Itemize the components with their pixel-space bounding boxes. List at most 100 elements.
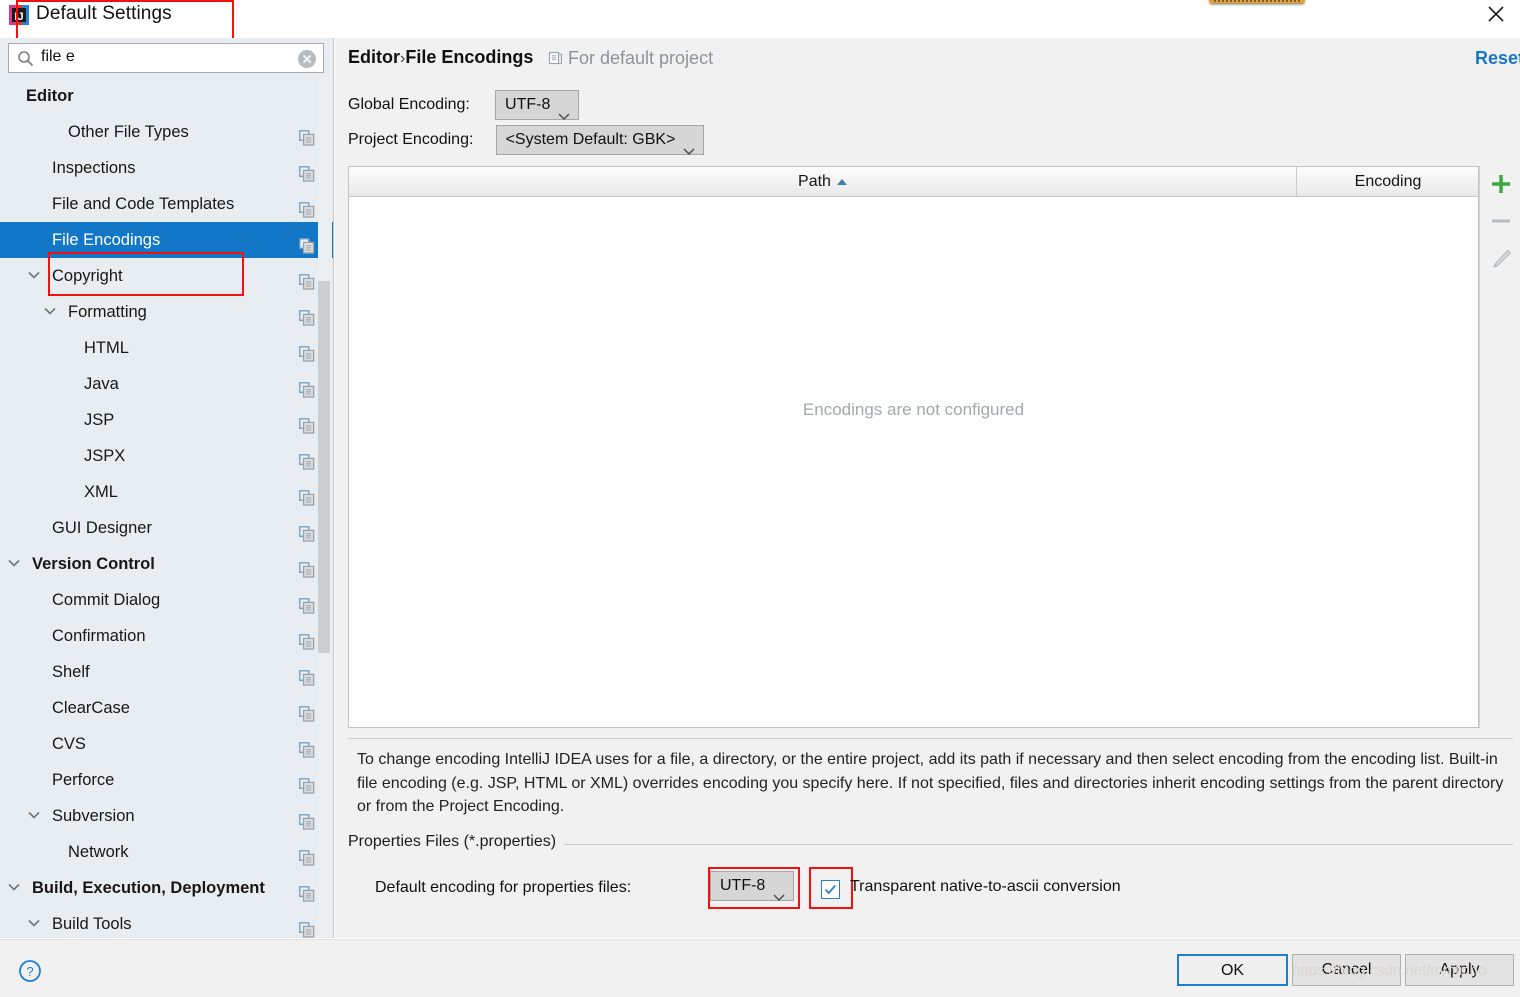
sidebar-item-label: Build, Execution, Deployment (32, 879, 265, 897)
edit-row-button[interactable] (1485, 243, 1517, 275)
sidebar-item-confirmation[interactable]: Confirmation (0, 618, 333, 654)
sidebar-item-label: Perforce (52, 771, 115, 789)
copy-settings-icon[interactable] (299, 304, 315, 326)
copy-settings-icon[interactable] (299, 772, 315, 794)
transparent-conversion-checkbox[interactable] (821, 880, 840, 899)
sidebar-item-java[interactable]: Java (0, 366, 333, 402)
sidebar-item-label: GUI Designer (52, 519, 152, 537)
copy-settings-icon[interactable] (299, 880, 315, 902)
sidebar-item-version-control[interactable]: Version Control (0, 546, 333, 582)
sidebar-item-jsp[interactable]: JSP (0, 402, 333, 438)
close-icon[interactable] (1482, 2, 1510, 30)
chevron-down-icon[interactable] (8, 883, 20, 891)
chevron-down-icon[interactable] (8, 559, 20, 567)
sidebar-item-label: Build Tools (52, 915, 132, 933)
svg-text:IJ: IJ (14, 11, 23, 23)
title-bar: IJ Default Settings (0, 0, 1520, 41)
copy-settings-icon[interactable] (299, 232, 315, 254)
project-scope-icon (548, 51, 563, 66)
sidebar-item-file-encodings[interactable]: File Encodings (0, 222, 333, 258)
ok-button[interactable]: OK (1177, 954, 1288, 986)
search-input[interactable]: file e (41, 48, 75, 66)
sidebar-scrollbar-thumb[interactable] (318, 281, 330, 653)
copy-settings-icon[interactable] (299, 412, 315, 434)
sidebar-item-label: Confirmation (52, 627, 146, 645)
sidebar-item-label: HTML (84, 339, 129, 357)
sidebar-item-subversion[interactable]: Subversion (0, 798, 333, 834)
search-icon (17, 50, 34, 67)
sidebar-item-commit-dialog[interactable]: Commit Dialog (0, 582, 333, 618)
sidebar-item-perforce[interactable]: Perforce (0, 762, 333, 798)
svg-text:?: ? (26, 964, 33, 979)
copy-settings-icon[interactable] (299, 340, 315, 362)
project-encoding-row: Project Encoding: <System Default: GBK> (348, 125, 705, 156)
copy-settings-icon[interactable] (299, 268, 315, 290)
sidebar-item-html[interactable]: HTML (0, 330, 333, 366)
reset-link[interactable]: Reset (1475, 48, 1520, 69)
sidebar-item-inspections[interactable]: Inspections (0, 150, 333, 186)
column-header-path[interactable]: Path (349, 167, 1297, 196)
for-default-project-label: For default project (568, 48, 714, 68)
chevron-down-icon[interactable] (28, 271, 40, 279)
copy-settings-icon[interactable] (299, 664, 315, 686)
sort-ascending-icon (836, 178, 847, 185)
remove-row-button[interactable] (1485, 205, 1517, 237)
apply-button[interactable]: Apply (1405, 954, 1514, 986)
column-header-encoding[interactable]: Encoding (1297, 167, 1479, 196)
sidebar-item-cvs[interactable]: CVS (0, 726, 333, 762)
copy-settings-icon[interactable] (299, 376, 315, 398)
sidebar-item-label: File and Code Templates (52, 195, 235, 213)
chevron-down-icon[interactable] (28, 919, 40, 927)
sidebar-item-jspx[interactable]: JSPX (0, 438, 333, 474)
default-properties-encoding-select[interactable]: UTF-8 (710, 871, 795, 902)
breadcrumb-parent[interactable]: Editor (348, 47, 400, 67)
sidebar-item-label: JSP (84, 411, 115, 429)
sidebar-item-copyright[interactable]: Copyright (0, 258, 333, 294)
settings-sidebar: file e Editor Other File Types Inspections… (0, 38, 334, 938)
sidebar-item-file-and-code-templates[interactable]: File and Code Templates (0, 186, 333, 222)
copy-settings-icon[interactable] (299, 124, 315, 146)
copy-settings-icon[interactable] (299, 736, 315, 758)
help-button[interactable]: ? (18, 959, 42, 983)
chevron-down-icon[interactable] (44, 307, 56, 315)
sidebar-scrollbar-track[interactable] (318, 78, 332, 938)
copy-settings-icon[interactable] (299, 844, 315, 866)
copy-settings-icon[interactable] (299, 700, 315, 722)
copy-settings-icon[interactable] (299, 628, 315, 650)
copy-settings-icon[interactable] (299, 484, 315, 506)
breadcrumb-current: File Encodings (405, 47, 534, 67)
sidebar-item-other-file-types[interactable]: Other File Types (0, 114, 333, 150)
cancel-button[interactable]: Cancel (1292, 954, 1401, 986)
sidebar-item-gui-designer[interactable]: GUI Designer (0, 510, 333, 546)
project-encoding-label: Project Encoding: (348, 130, 474, 148)
sidebar-item-label: Java (84, 375, 119, 393)
sidebar-item-xml[interactable]: XML (0, 474, 333, 510)
copy-settings-icon[interactable] (299, 592, 315, 614)
sidebar-item-editor[interactable]: Editor (0, 78, 333, 114)
sidebar-item-label: JSPX (84, 447, 126, 465)
settings-dialog: IJ Default Settings file e Editor Other F (0, 0, 1520, 997)
chevron-down-icon[interactable] (28, 811, 40, 819)
sidebar-item-label: Formatting (68, 303, 147, 321)
clear-icon[interactable] (298, 50, 316, 68)
sidebar-item-shelf[interactable]: Shelf (0, 654, 333, 690)
chevron-down-icon (558, 102, 570, 121)
project-encoding-select[interactable]: <System Default: GBK> (495, 125, 705, 156)
copy-settings-icon[interactable] (299, 808, 315, 830)
transparent-conversion-label: Transparent native-to-ascii conversion (850, 878, 1121, 895)
copy-settings-icon[interactable] (299, 520, 315, 542)
search-box[interactable]: file e (8, 43, 324, 73)
sidebar-item-build-tools[interactable]: Build Tools (0, 906, 333, 938)
copy-settings-icon[interactable] (299, 196, 315, 218)
sidebar-item-clearcase[interactable]: ClearCase (0, 690, 333, 726)
copy-settings-icon[interactable] (299, 556, 315, 578)
sidebar-item-network[interactable]: Network (0, 834, 333, 870)
copy-settings-icon[interactable] (299, 160, 315, 182)
copy-settings-icon[interactable] (299, 448, 315, 470)
sidebar-item-formatting[interactable]: Formatting (0, 294, 333, 330)
copy-settings-icon[interactable] (299, 916, 315, 938)
chevron-down-icon (773, 883, 785, 902)
add-row-button[interactable] (1485, 168, 1517, 200)
sidebar-item-build-execution-deployment[interactable]: Build, Execution, Deployment (0, 870, 333, 906)
global-encoding-select[interactable]: UTF-8 (495, 90, 580, 121)
